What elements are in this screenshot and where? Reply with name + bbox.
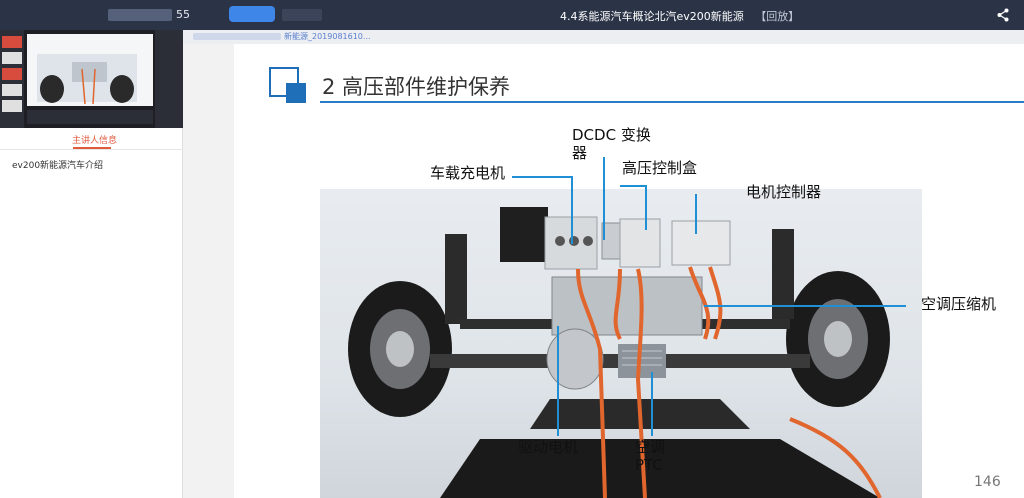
blurred-status-pill[interactable] <box>229 6 275 22</box>
slide-logo-fill <box>286 83 306 103</box>
blurred-info <box>282 9 322 21</box>
label-ac-ptc: 空调 PTC <box>635 438 665 474</box>
thumb-slide-preview <box>27 34 153 106</box>
label-motor-controller: 电机控制器 <box>746 183 822 201</box>
replay-tag: 【回放】 <box>755 10 800 23</box>
label-dcdc-text: DCDC 变换 器 <box>572 126 651 162</box>
share-icon[interactable] <box>995 7 1011 23</box>
label-dcdc-converter: DCDC 变换 器 <box>572 126 651 162</box>
label-ac-compressor: 空调压缩机 <box>921 295 997 313</box>
chassis-photo <box>320 189 922 498</box>
tab-presenter-info[interactable]: 主讲人信息 <box>72 133 117 146</box>
blurred-username <box>108 9 172 21</box>
title-divider <box>320 101 1024 103</box>
thumb-filmstrip <box>27 110 153 124</box>
thumb-slide-list <box>0 30 24 128</box>
top-bar: 55 4.4系能源汽车概论北汽ev200新能源 【回放】 <box>0 0 1024 30</box>
left-panel: 主讲人信息 ev200新能源汽车介绍 <box>0 30 183 498</box>
page-number: 146 <box>974 474 1001 490</box>
window-title: 4.4系能源汽车概论北汽ev200新能源 【回放】 <box>560 8 799 24</box>
thumb-chat-column <box>155 30 183 128</box>
video-thumbnail[interactable] <box>0 30 183 128</box>
breadcrumb-bar: 新能源_2019081610... <box>183 30 1024 44</box>
blurred-breadcrumb <box>193 33 281 40</box>
label-hv-control-box: 高压控制盒 <box>622 159 698 177</box>
panel-tabs: 主讲人信息 <box>0 128 183 150</box>
username-suffix: 55 <box>176 8 190 21</box>
label-ac-ptc-text: 空调 PTC <box>635 438 666 474</box>
label-drive-motor: 驱动电机 <box>518 438 579 456</box>
slide-title: 2 高压部件维护保养 <box>322 75 511 99</box>
slide: 2 高压部件维护保养 DCDC 变换 器 车载充电机 高压控制盒 电机控制器 空… <box>234 44 1024 498</box>
course-title: 4.4系能源汽车概论北汽ev200新能源 <box>560 10 744 23</box>
label-onboard-charger: 车载充电机 <box>430 164 506 182</box>
course-name: ev200新能源汽车介绍 <box>12 161 104 171</box>
breadcrumb[interactable]: 新能源_2019081610... <box>284 31 371 42</box>
active-tab-indicator <box>73 147 111 149</box>
